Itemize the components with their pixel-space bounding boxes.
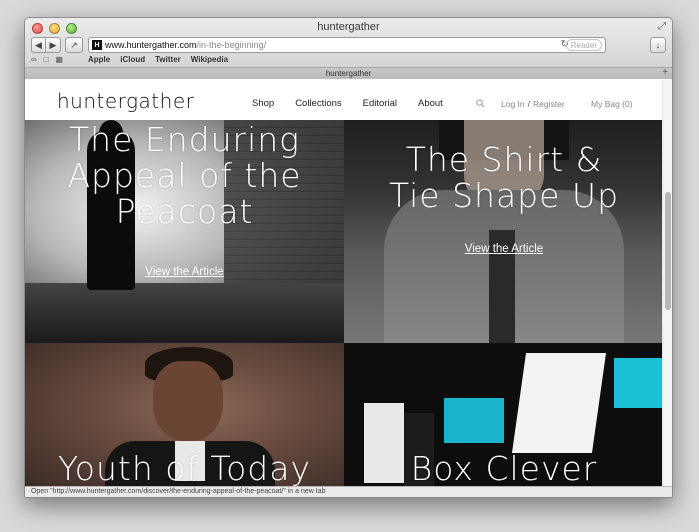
menu-item-collections[interactable]: Collections [295,98,341,109]
article-title[interactable]: Box Clever [344,451,664,487]
article-tile-shirt-tie[interactable]: The Shirt & Tie Shape Up View the Articl… [344,120,664,343]
article-title-line: Peacoat [115,192,254,231]
page-scrollbar[interactable] [662,80,672,488]
article-title-line: The Shirt & [405,140,603,179]
url-host: www.huntergather.com [105,40,197,50]
bookmark-tools: ∞ □ ▦ [31,55,63,64]
site-favicon-icon: H [92,40,102,50]
article-title[interactable]: Youth of Today [25,451,344,487]
bookmark-item[interactable]: Apple [88,55,110,64]
article-title-line: Youth of Today [58,449,311,488]
article-title-line: Tie Shape Up [388,176,620,215]
account-separator: / [527,99,531,109]
share-icon: ↗ [70,39,78,50]
fullscreen-icon[interactable]: ⤢ [658,21,666,32]
site-menu: Shop Collections Editorial About [252,98,443,109]
account-links: Log In / Register [501,99,565,109]
bookmark-links: Apple iCloud Twitter Wikipedia [88,55,228,64]
forward-button[interactable]: ▶ [46,37,61,53]
browser-window: huntergather ⤢ ◀ ▶ ↗ H www.huntergather.… [24,17,673,498]
download-icon: ↓ [655,40,661,50]
reading-list-icon[interactable]: ∞ [31,55,37,64]
back-button[interactable]: ◀ [31,37,46,53]
bookmarks-book-icon[interactable]: □ [44,55,49,64]
back-arrow-icon: ◀ [35,39,42,50]
bookmark-item[interactable]: Wikipedia [191,55,228,64]
box-shape [511,353,607,453]
address-bar[interactable]: H www.huntergather.com/in-the-beginning/… [88,37,606,53]
box-shape [614,358,664,408]
article-title-line: Appeal of the [67,156,302,195]
history-buttons: ◀ ▶ [31,37,61,53]
bookmarks-bar: ∞ □ ▦ Apple iCloud Twitter Wikipedia [25,55,672,67]
share-button[interactable]: ↗ [65,37,83,53]
login-link[interactable]: Log In [501,99,525,109]
box-shape [444,398,504,443]
new-tab-icon[interactable]: + [662,68,668,78]
article-tile-peacoat[interactable]: The Enduring Appeal of the Peacoat View … [25,120,344,343]
url-path: /in-the-beginning/ [196,40,267,50]
view-article-link[interactable]: View the Article [25,266,344,278]
search-icon[interactable] [476,99,485,108]
web-page: huntergather Shop Collections Editorial … [25,80,664,488]
article-title[interactable]: The Shirt & Tie Shape Up [344,142,664,214]
view-article-link[interactable]: View the Article [344,243,664,255]
menu-item-shop[interactable]: Shop [252,98,274,109]
article-title[interactable]: The Enduring Appeal of the Peacoat [25,122,344,230]
site-header: huntergather Shop Collections Editorial … [25,80,664,120]
browser-toolbar: ◀ ▶ ↗ H www.huntergather.com/in-the-begi… [25,37,672,57]
article-title-line: Box Clever [410,449,598,488]
forward-arrow-icon: ▶ [49,39,57,50]
window-title: huntergather [317,21,380,33]
reader-button[interactable]: Reader [565,39,602,51]
bookmark-item[interactable]: iCloud [120,55,145,64]
article-title-line: The Enduring [69,120,300,159]
article-tile-youth-of-today[interactable]: Youth of Today [25,343,344,488]
menu-item-editorial[interactable]: Editorial [363,98,397,109]
article-tile-box-clever[interactable]: Box Clever [344,343,664,488]
active-tab[interactable]: huntergather [326,69,371,78]
menu-item-about[interactable]: About [418,98,443,109]
title-bar: huntergather ⤢ ◀ ▶ ↗ H www.huntergather.… [25,18,672,79]
site-logo[interactable]: huntergather [57,89,194,113]
register-link[interactable]: Register [533,99,565,109]
street-photo [25,283,344,343]
downloads-button[interactable]: ↓ [650,37,666,53]
status-bar: Open "http://www.huntergather.com/discov… [25,486,672,497]
top-sites-grid-icon[interactable]: ▦ [56,55,64,64]
scrollbar-thumb[interactable] [665,192,671,310]
tab-bar: huntergather + [25,67,672,79]
bookmark-item[interactable]: Twitter [155,55,181,64]
model-face-photo [153,361,223,441]
my-bag-link[interactable]: My Bag (0) [591,99,633,109]
